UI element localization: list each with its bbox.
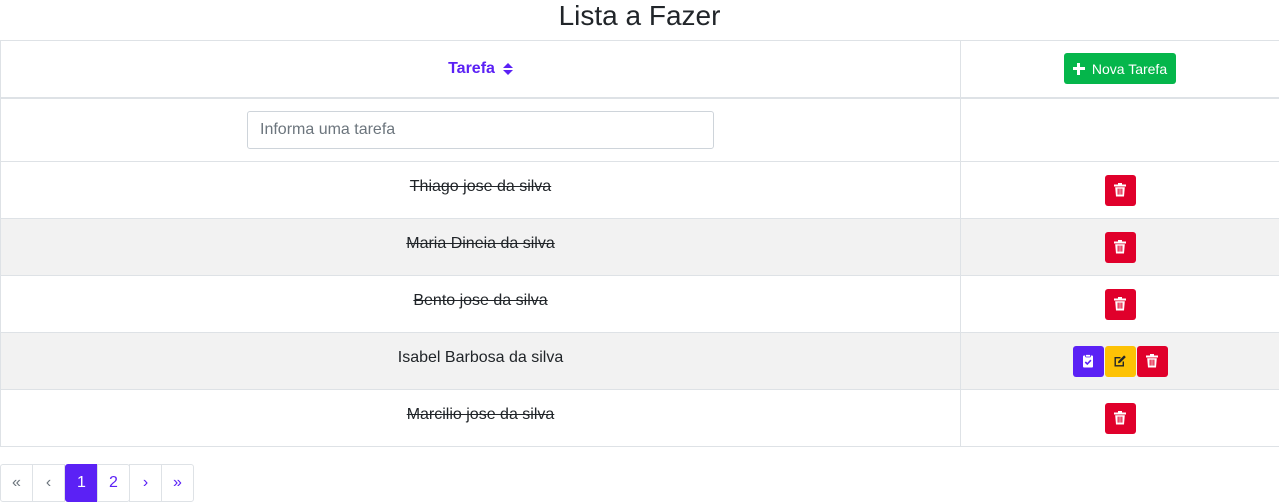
filter-cell <box>0 97 961 162</box>
trash-icon <box>1145 354 1159 368</box>
table-row: Thiago jose da silva <box>0 161 1279 219</box>
new-task-button[interactable]: Nova Tarefa <box>1063 53 1177 85</box>
task-name: Isabel Barbosa da silva <box>397 349 564 366</box>
delete-task-button[interactable] <box>1104 288 1136 320</box>
page-link[interactable]: 2 <box>97 464 130 502</box>
task-name: Maria Dineia da silva <box>406 235 555 252</box>
filter-empty-cell <box>960 97 1279 162</box>
trash-icon <box>1113 240 1127 254</box>
task-name-cell: Bento jose da silva <box>0 275 961 333</box>
task-name-cell: Maria Dineia da silva <box>0 218 961 276</box>
table-row: Bento jose da silva <box>0 275 1279 333</box>
delete-task-button[interactable] <box>1104 231 1136 263</box>
task-column-header: Tarefa <box>0 40 961 99</box>
table-header-row: Tarefa Nova Tarefa <box>0 40 1279 99</box>
first-page-link[interactable]: « <box>0 464 33 502</box>
task-actions <box>1104 231 1136 263</box>
filter-row <box>0 97 1279 162</box>
plus-icon <box>1072 62 1085 75</box>
task-actions <box>1104 402 1136 434</box>
task-name-cell: Thiago jose da silva <box>0 161 961 219</box>
task-actions <box>1104 174 1136 206</box>
task-column-label: Tarefa <box>448 59 495 77</box>
task-name: Marcilio jose da silva <box>406 406 555 423</box>
table-row: Isabel Barbosa da silva <box>0 332 1279 390</box>
clipboard-check-icon <box>1081 354 1095 368</box>
task-table: Tarefa Nova Tarefa Thiago jose da silva M… <box>0 40 1279 447</box>
actions-column-header: Nova Tarefa <box>960 40 1279 99</box>
edit-icon <box>1113 354 1127 368</box>
edit-task-button[interactable] <box>1104 345 1136 377</box>
pagination: « ‹ 12 › » <box>0 464 194 502</box>
task-actions-cell <box>960 161 1279 219</box>
task-name: Bento jose da silva <box>413 292 548 309</box>
sort-by-task-button[interactable]: Tarefa <box>448 60 513 78</box>
table-row: Marcilio jose da silva <box>0 389 1279 447</box>
sort-icon <box>502 62 513 75</box>
complete-task-button[interactable] <box>1072 345 1104 377</box>
task-actions <box>1104 288 1136 320</box>
task-name: Thiago jose da silva <box>409 178 552 195</box>
task-name-cell: Isabel Barbosa da silva <box>0 332 961 390</box>
task-actions-cell <box>960 275 1279 333</box>
trash-icon <box>1113 183 1127 197</box>
trash-icon <box>1113 297 1127 311</box>
trash-icon <box>1113 411 1127 425</box>
page-link[interactable]: 1 <box>65 464 98 502</box>
task-filter-input[interactable] <box>247 110 714 149</box>
prev-page-link[interactable]: ‹ <box>32 464 65 502</box>
delete-task-button[interactable] <box>1136 345 1168 377</box>
page-title: Lista a Fazer <box>558 0 721 31</box>
delete-task-button[interactable] <box>1104 402 1136 434</box>
last-page-link[interactable]: » <box>161 464 194 502</box>
task-actions-cell <box>960 389 1279 447</box>
task-actions-cell <box>960 218 1279 276</box>
task-name-cell: Marcilio jose da silva <box>0 389 961 447</box>
new-task-label: Nova Tarefa <box>1091 60 1168 77</box>
delete-task-button[interactable] <box>1104 174 1136 206</box>
task-actions-cell <box>960 332 1279 390</box>
table-row: Maria Dineia da silva <box>0 218 1279 276</box>
task-actions <box>1072 345 1168 377</box>
next-page-link[interactable]: › <box>129 464 162 502</box>
